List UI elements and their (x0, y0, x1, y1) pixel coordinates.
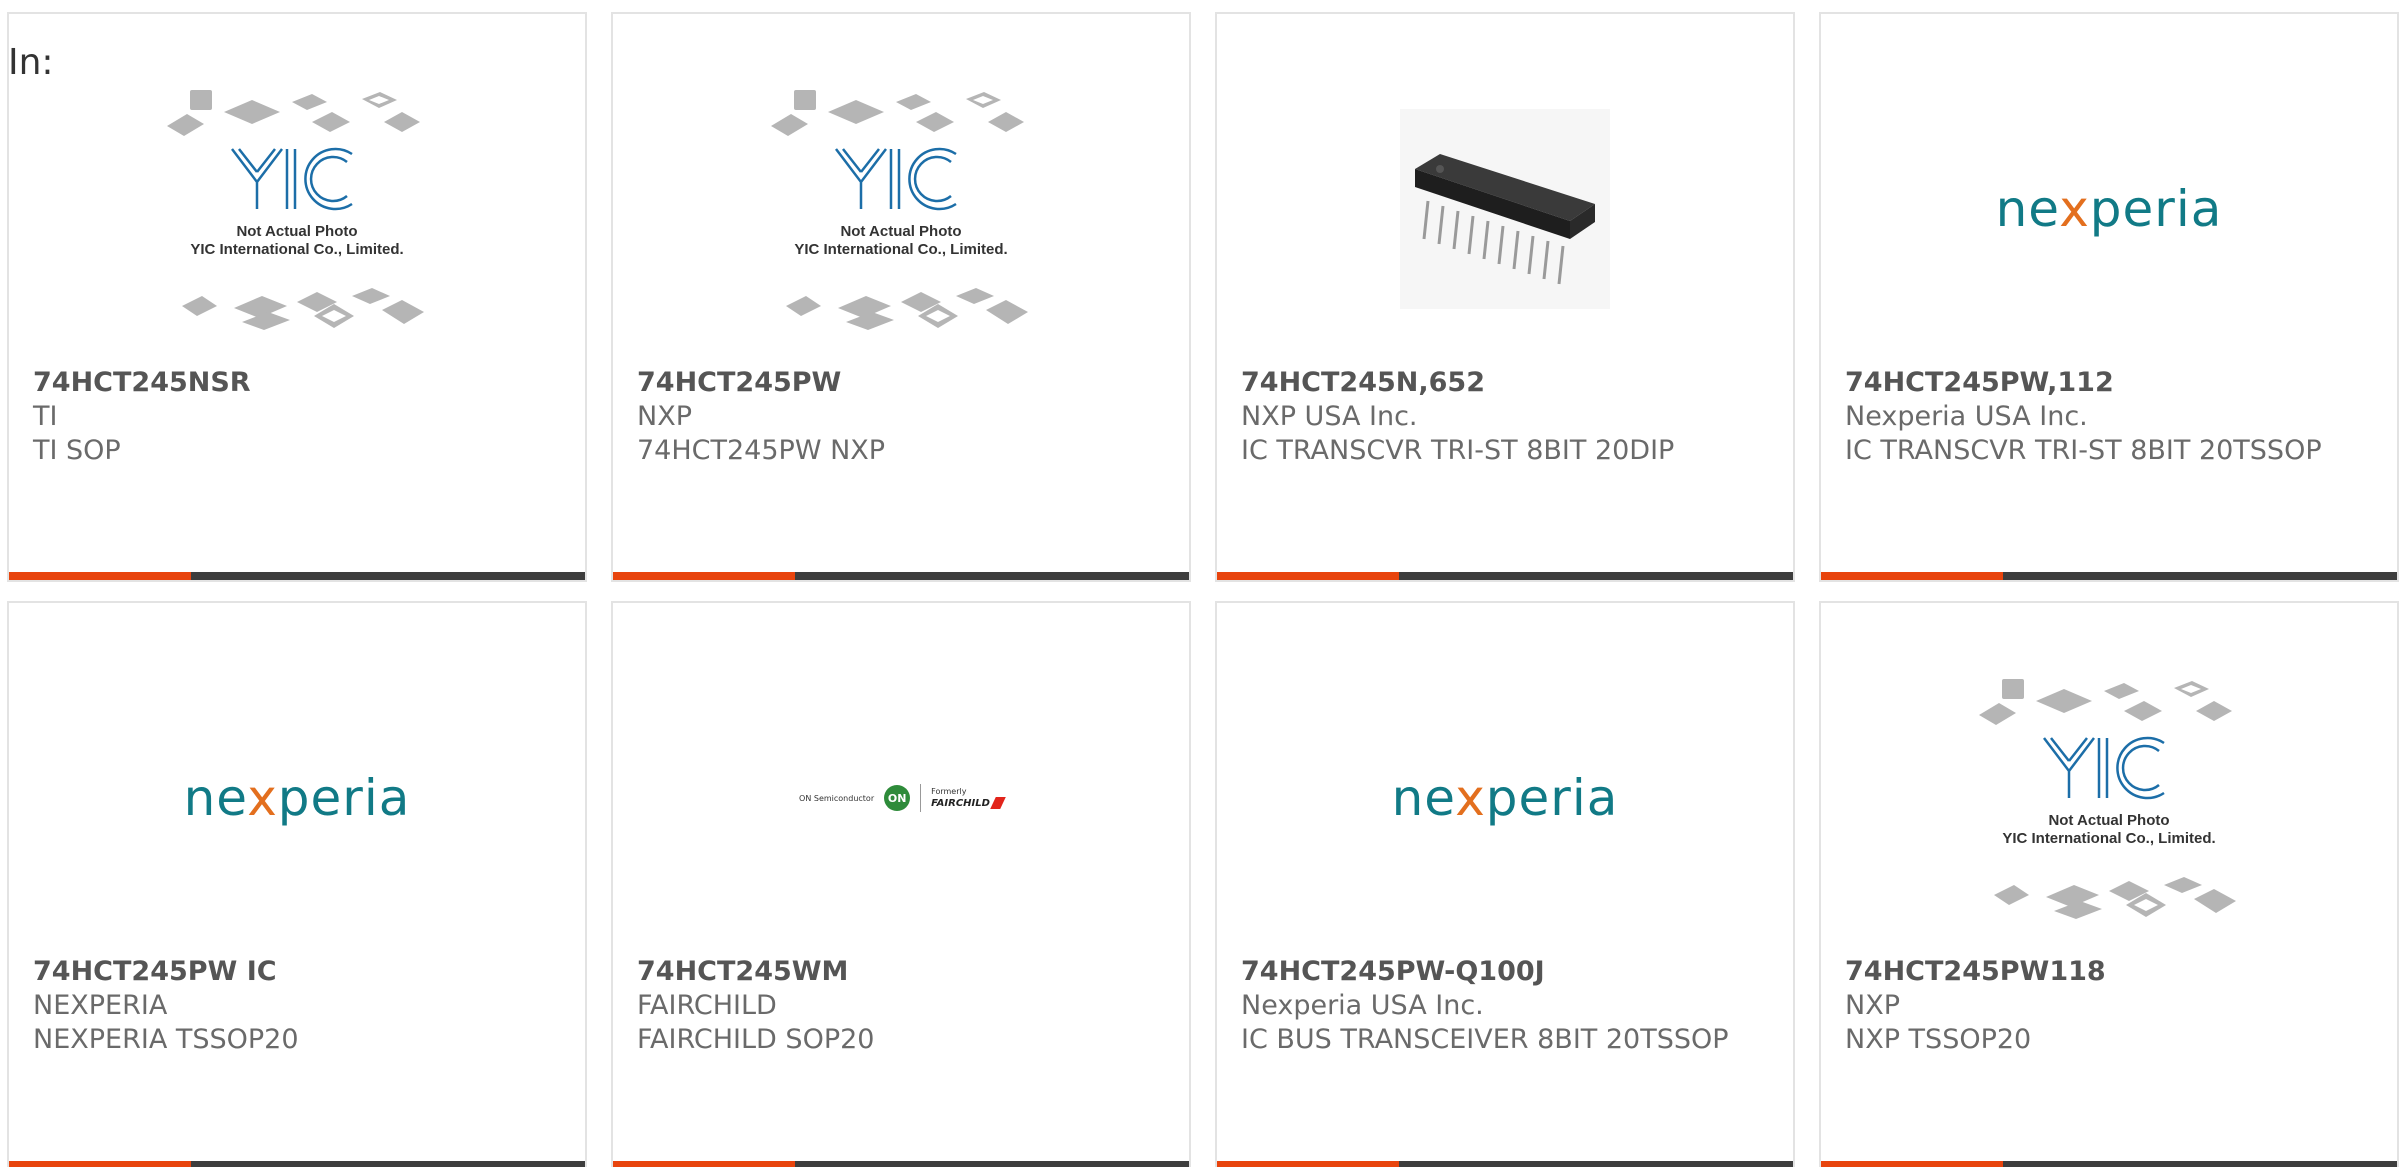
card-bottom-bar (1821, 1161, 2397, 1167)
product-info: 74HCT245N,652 NXP USA Inc. IC TRANSCVR TRI… (1241, 366, 1769, 468)
placeholder-line1: Not Actual Photo (236, 223, 357, 240)
card-accent-bar (1217, 1161, 1399, 1167)
formerly-text: Formerly (931, 787, 967, 796)
part-number-link[interactable]: 74HCT245PW IC (33, 955, 561, 989)
product-image[interactable]: nexperia (1821, 64, 2397, 354)
card-bottom-bar (9, 1161, 585, 1167)
product-results-page: In: Not Actual Photo YIC International C… (0, 0, 2400, 1167)
placeholder-image: Not Actual Photo YIC International Co., … (766, 84, 1036, 334)
part-number-link[interactable]: 74HCT245N,652 (1241, 366, 1769, 400)
product-card[interactable]: nexperia 74HCT245PW IC NEXPERIA NEXPERIA T… (7, 601, 587, 1167)
product-info: 74HCT245WM FAIRCHILD FAIRCHILD SOP20 (637, 955, 1165, 1057)
part-number-link[interactable]: 74HCT245NSR (33, 366, 561, 400)
logo-divider (920, 784, 922, 812)
card-accent-bar (1821, 572, 2003, 580)
product-info: 74HCT245NSR TI TI SOP (33, 366, 561, 468)
product-card[interactable]: nexperia 74HCT245PW,112 Nexperia USA Inc.… (1819, 12, 2399, 582)
part-number-link[interactable]: 74HCT245WM (637, 955, 1165, 989)
manufacturer: NXP (1845, 990, 1900, 1021)
product-card[interactable]: Not Actual Photo YIC International Co., … (1819, 601, 2399, 1167)
card-bottom-bar (1217, 1161, 1793, 1167)
nexperia-logo: nexperia (1391, 769, 1619, 827)
placeholder-image: Not Actual Photo YIC International Co., … (1974, 673, 2244, 923)
part-number-link[interactable]: 74HCT245PW118 (1845, 955, 2373, 989)
product-description: NEXPERIA TSSOP20 (33, 1024, 299, 1055)
nexperia-logo: nexperia (1995, 180, 2223, 238)
manufacturer: NXP USA Inc. (1241, 401, 1418, 432)
product-grid: Not Actual Photo YIC International Co., … (7, 12, 2399, 1167)
card-bottom-bar (1217, 572, 1793, 580)
placeholder-line2: YIC International Co., Limited. (794, 241, 1007, 258)
product-card[interactable]: Not Actual Photo YIC International Co., … (7, 12, 587, 582)
placeholder-line1: Not Actual Photo (840, 223, 961, 240)
manufacturer: Nexperia USA Inc. (1845, 401, 2088, 432)
card-accent-bar (9, 572, 191, 580)
card-accent-bar (9, 1161, 191, 1167)
dip-chip-icon (1400, 109, 1610, 309)
filter-label: In: (8, 42, 54, 83)
product-image[interactable]: nexperia (9, 653, 585, 943)
fairchild-logo: ON Semiconductor ON Formerly FAIRCHILD (799, 784, 1006, 812)
product-info: 74HCT245PW NXP 74HCT245PW NXP (637, 366, 1165, 468)
product-image[interactable] (1217, 64, 1793, 354)
manufacturer: TI (33, 401, 58, 432)
product-card[interactable]: nexperia 74HCT245PW-Q100J Nexperia USA In… (1215, 601, 1795, 1167)
nexperia-logo: nexperia (183, 769, 411, 827)
card-accent-bar (1217, 572, 1399, 580)
product-description: FAIRCHILD SOP20 (637, 1024, 875, 1055)
product-image[interactable]: Not Actual Photo YIC International Co., … (613, 64, 1189, 354)
product-image[interactable]: ON Semiconductor ON Formerly FAIRCHILD (613, 653, 1189, 943)
product-image[interactable]: Not Actual Photo YIC International Co., … (9, 64, 585, 354)
card-bottom-bar (613, 572, 1189, 580)
not-actual-photo-icon: Not Actual Photo YIC International Co., … (771, 90, 1028, 330)
product-info: 74HCT245PW-Q100J Nexperia USA Inc. IC BUS … (1241, 955, 1769, 1057)
placeholder-image: Not Actual Photo YIC International Co., … (162, 84, 432, 334)
card-bottom-bar (613, 1161, 1189, 1167)
dip-chip-photo (1400, 109, 1610, 309)
part-number-link[interactable]: 74HCT245PW,112 (1845, 366, 2373, 400)
card-accent-bar (613, 1161, 795, 1167)
not-actual-photo-icon: Not Actual Photo YIC International Co., … (1979, 679, 2236, 919)
fairchild-text: FAIRCHILD (931, 798, 990, 809)
product-info: 74HCT245PW118 NXP NXP TSSOP20 (1845, 955, 2373, 1057)
product-description: NXP TSSOP20 (1845, 1024, 2032, 1055)
card-accent-bar (1821, 1161, 2003, 1167)
placeholder-line2: YIC International Co., Limited. (2002, 830, 2215, 847)
product-card[interactable]: ON Semiconductor ON Formerly FAIRCHILD 7… (611, 601, 1191, 1167)
card-accent-bar (613, 572, 795, 580)
part-number-link[interactable]: 74HCT245PW-Q100J (1241, 955, 1769, 989)
product-description: IC TRANSCVR TRI-ST 8BIT 20DIP (1241, 435, 1675, 466)
product-info: 74HCT245PW IC NEXPERIA NEXPERIA TSSOP20 (33, 955, 561, 1057)
manufacturer: NEXPERIA (33, 990, 168, 1021)
product-description: IC BUS TRANSCEIVER 8BIT 20TSSOP (1241, 1024, 1729, 1055)
on-semi-text: ON Semiconductor (799, 793, 875, 803)
manufacturer: NXP (637, 401, 692, 432)
product-info: 74HCT245PW,112 Nexperia USA Inc. IC TRANSC… (1845, 366, 2373, 468)
product-image[interactable]: nexperia (1217, 653, 1793, 943)
product-description: TI SOP (33, 435, 121, 466)
product-description: IC TRANSCVR TRI-ST 8BIT 20TSSOP (1845, 435, 2322, 466)
placeholder-line2: YIC International Co., Limited. (190, 241, 403, 258)
product-description: 74HCT245PW NXP (637, 435, 886, 466)
part-number-link[interactable]: 74HCT245PW (637, 366, 1165, 400)
product-card[interactable]: 74HCT245N,652 NXP USA Inc. IC TRANSCVR TRI… (1215, 12, 1795, 582)
not-actual-photo-icon: Not Actual Photo YIC International Co., … (167, 90, 424, 330)
card-bottom-bar (1821, 572, 2397, 580)
card-bottom-bar (9, 572, 585, 580)
placeholder-line1: Not Actual Photo (2048, 812, 2169, 829)
product-image[interactable]: Not Actual Photo YIC International Co., … (1821, 653, 2397, 943)
manufacturer: FAIRCHILD (637, 990, 777, 1021)
fairchild-slash-icon (990, 797, 1006, 809)
on-semi-icon: ON (884, 785, 911, 811)
product-card[interactable]: Not Actual Photo YIC International Co., … (611, 12, 1191, 582)
manufacturer: Nexperia USA Inc. (1241, 990, 1484, 1021)
